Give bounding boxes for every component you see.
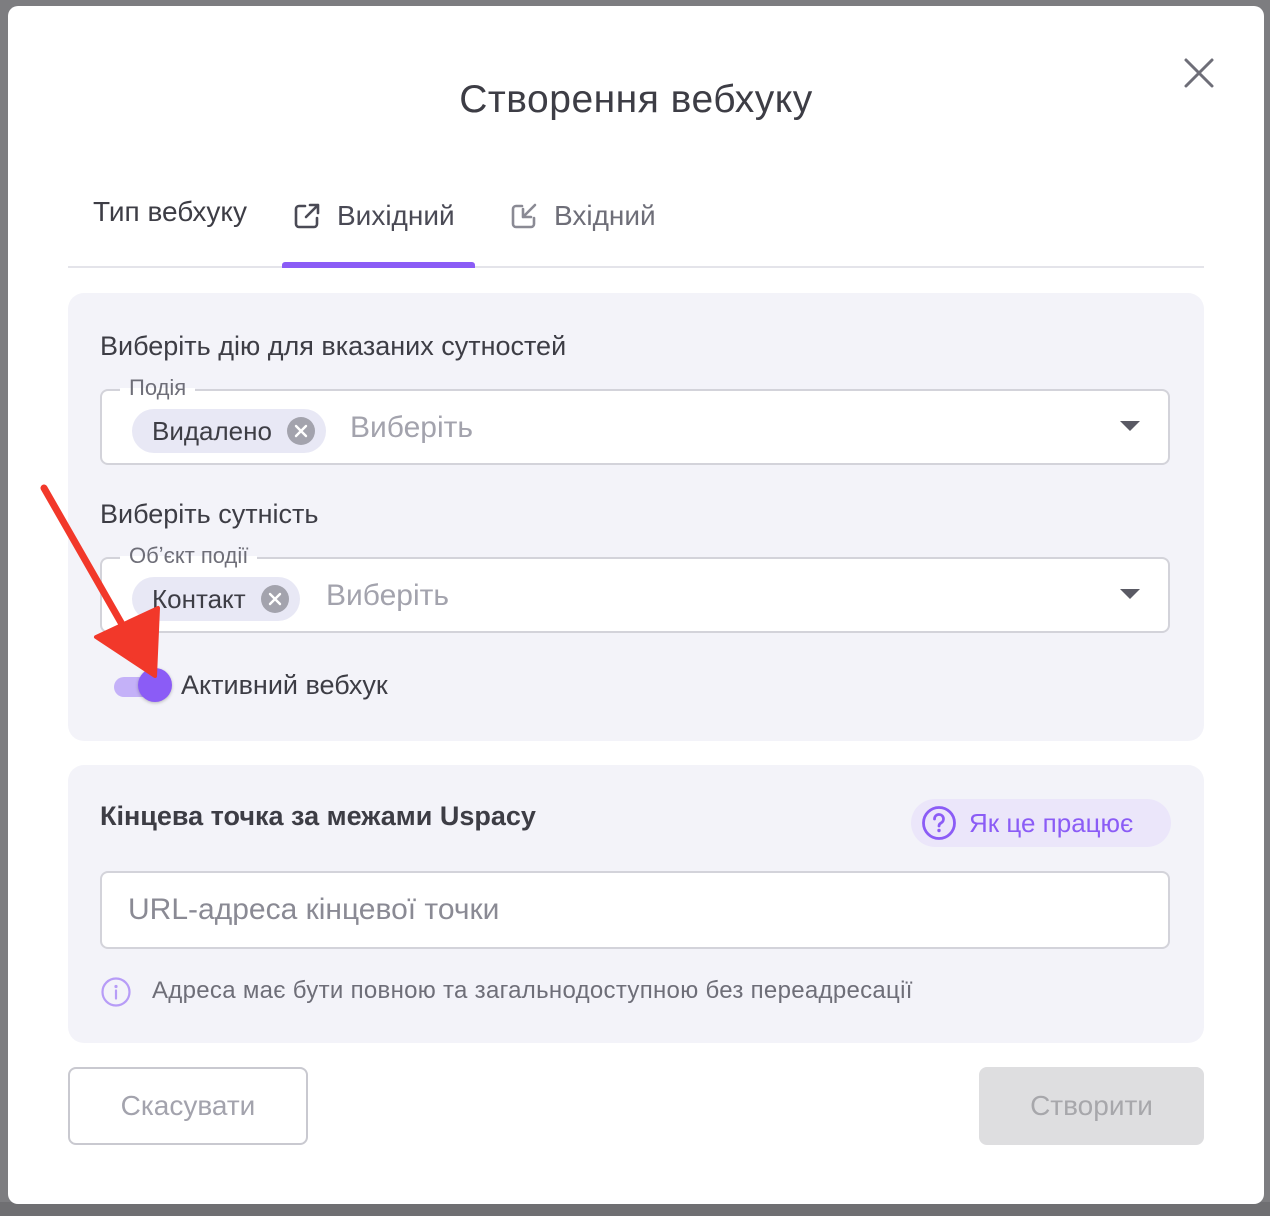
event-select-placeholder: Виберіть	[350, 411, 474, 444]
remove-chip-icon[interactable]	[286, 416, 316, 446]
webhook-type-label: Тип вебхуку	[93, 196, 247, 227]
event-section-label: Виберіть дію для вказаних сутностей	[100, 331, 567, 361]
create-button[interactable]: Створити	[979, 1067, 1204, 1145]
tab-incoming[interactable]: Вхідний	[508, 192, 656, 240]
modal-title: Створення вебхуку	[459, 78, 813, 121]
remove-chip-icon[interactable]	[260, 584, 290, 614]
active-webhook-label: Активний вебхук	[181, 670, 388, 700]
tab-incoming-label: Вхідний	[554, 200, 656, 231]
close-button[interactable]	[1178, 52, 1220, 94]
endpoint-title: Кінцева точка за межами Uspacy	[100, 801, 536, 831]
tabs-divider	[68, 266, 1204, 268]
incoming-arrow-icon	[508, 200, 540, 232]
entity-chip: Контакт	[132, 577, 300, 621]
close-icon	[1184, 58, 1214, 88]
toggle-thumb	[138, 668, 172, 702]
active-webhook-toggle[interactable]	[112, 668, 174, 704]
chevron-down-icon[interactable]	[1120, 589, 1140, 599]
endpoint-card: Кінцева точка за межами Uspacy Як це пра…	[68, 765, 1204, 1043]
entity-select-legend: Обʼєкт події	[120, 543, 258, 569]
tab-outgoing-label: Вихідний	[337, 200, 455, 231]
info-icon	[100, 976, 132, 1008]
tab-outgoing[interactable]: Вихідний	[291, 192, 455, 240]
question-circle-icon	[921, 805, 957, 841]
event-select-legend: Подія	[120, 375, 196, 401]
external-link-icon	[291, 200, 323, 232]
event-select[interactable]: Подія Видалено Виберіть	[100, 375, 1170, 465]
cancel-button[interactable]: Скасувати	[68, 1067, 308, 1145]
endpoint-hint: Адреса має бути повною та загальнодоступ…	[152, 977, 913, 1004]
endpoint-url-input[interactable]	[100, 871, 1170, 949]
event-settings-card: Виберіть дію для вказаних сутностей Поді…	[68, 293, 1204, 741]
event-chip: Видалено	[132, 409, 326, 453]
chevron-down-icon[interactable]	[1120, 421, 1140, 431]
entity-section-label: Виберіть сутність	[100, 499, 319, 529]
event-chip-label: Видалено	[152, 415, 272, 446]
page-backdrop	[0, 1202, 1270, 1216]
how-it-works-link[interactable]: Як це працює	[911, 799, 1171, 847]
how-it-works-label: Як це працює	[969, 807, 1134, 838]
create-webhook-modal: Створення вебхуку Тип вебхуку Вихідний В…	[8, 6, 1264, 1204]
active-tab-indicator	[282, 262, 475, 268]
entity-select-placeholder: Виберіть	[326, 579, 450, 612]
entity-chip-label: Контакт	[152, 583, 246, 614]
entity-select[interactable]: Обʼєкт події Контакт Виберіть	[100, 543, 1170, 633]
